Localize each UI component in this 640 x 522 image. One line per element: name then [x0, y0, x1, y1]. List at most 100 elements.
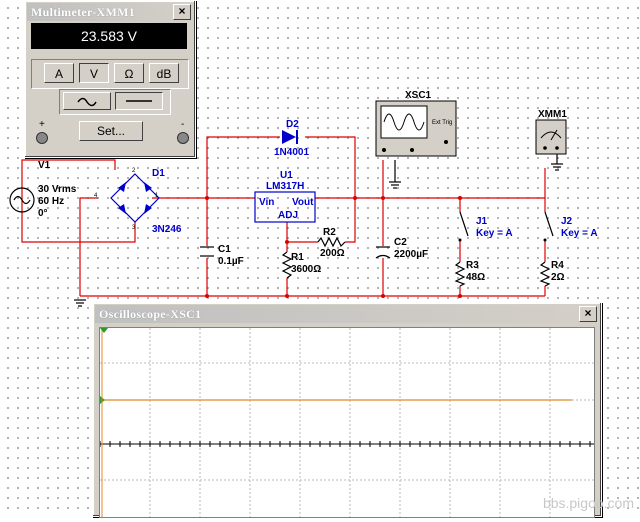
ext-trig-label: Ext Trig — [432, 120, 452, 126]
junction — [381, 294, 385, 298]
u1-vout: Vout — [292, 197, 314, 208]
mode-a-button[interactable]: A — [44, 63, 74, 83]
pin-label: 2 — [132, 168, 136, 174]
diode-icon — [282, 130, 296, 144]
ac-mode-button[interactable] — [63, 92, 111, 110]
junction — [353, 196, 357, 200]
v1-frequency: 60 Hz — [38, 196, 64, 207]
bridge-outline — [110, 173, 160, 223]
set-button[interactable]: Set... — [79, 121, 143, 141]
r3-resistor[interactable]: R3 48Ω — [454, 260, 485, 287]
c1-value: 0.1µF — [218, 256, 244, 267]
mode-db-button[interactable]: dB — [149, 63, 179, 83]
close-button[interactable]: × — [173, 4, 191, 20]
u1-adj: ADJ — [278, 210, 298, 221]
r1-resistor[interactable]: R1 3600Ω — [281, 251, 321, 279]
switch-contact — [458, 238, 462, 242]
u1-regulator[interactable]: U1 LM317H Vin Vout ADJ — [254, 170, 316, 223]
minus-terminal[interactable] — [177, 132, 189, 144]
j1-name: J1 — [476, 216, 488, 227]
wire-bridge-neg[interactable] — [79, 197, 98, 296]
multimeter-titlebar[interactable]: Multimeter-XMM1 × — [27, 3, 193, 21]
junction — [381, 196, 385, 200]
r1-value: 3600Ω — [291, 264, 321, 275]
multimeter-window[interactable]: Multimeter-XMM1 × 23.583 V A V Ω dB + - … — [24, 0, 196, 158]
mode-button-group: A V Ω dB — [31, 59, 189, 89]
junction — [205, 294, 209, 298]
u1-model: LM317H — [266, 181, 304, 192]
r4-resistor[interactable]: R4 2Ω — [539, 260, 565, 287]
junctions — [205, 196, 462, 298]
oscilloscope-titlebar[interactable]: Oscilloscope-XSC1 × — [95, 305, 599, 323]
v1-phase: 0° — [38, 208, 48, 219]
junction — [285, 294, 289, 298]
junction — [285, 240, 289, 244]
d2-diode[interactable]: D2 1N4001 — [274, 119, 309, 158]
wire-r2-right[interactable] — [345, 198, 356, 243]
r4-name: R4 — [551, 260, 564, 271]
d1-model: 3N246 — [152, 224, 182, 235]
resistor-zigzag — [539, 261, 551, 287]
r3-name: R3 — [466, 260, 479, 271]
close-button[interactable]: × — [579, 306, 597, 322]
terminal-icon — [410, 148, 414, 152]
dc-mode-button[interactable] — [115, 92, 163, 110]
terminal-icon — [555, 146, 559, 150]
cap-plate-curved — [375, 254, 391, 259]
switch-blade — [459, 211, 469, 237]
c1-name: C1 — [218, 244, 231, 255]
j1-switch[interactable]: J1 Key = A — [458, 211, 513, 242]
oscilloscope-title: Oscilloscope-XSC1 — [99, 307, 202, 321]
j2-switch[interactable]: J2 Key = A — [543, 211, 598, 242]
junction — [458, 196, 462, 200]
mode-ohm-button[interactable]: Ω — [114, 63, 144, 83]
minus-terminal-label: - — [181, 119, 185, 130]
multimeter-title: Multimeter-XMM1 — [31, 5, 136, 19]
d2-model: 1N4001 — [274, 147, 309, 158]
cursor-handle-icon[interactable] — [100, 328, 108, 333]
c2-value: 2200µF — [394, 249, 428, 260]
junction — [205, 196, 209, 200]
r2-name: R2 — [323, 227, 336, 238]
mode-v-button[interactable]: V — [79, 63, 109, 83]
resistor-zigzag — [281, 251, 293, 279]
resistor-zigzag — [454, 261, 466, 287]
watermark-text: bbs.pigoo.com — [542, 495, 634, 511]
v1-name: V1 — [38, 160, 51, 171]
switch-blade — [544, 211, 554, 237]
xmm1-name: XMM1 — [538, 109, 567, 120]
terminal-icon — [444, 140, 448, 144]
j2-key: Key = A — [561, 228, 598, 239]
r2-value: 200Ω — [320, 248, 345, 259]
waveform-button-group — [59, 89, 171, 115]
xmm1-instrument[interactable]: XMM1 — [535, 109, 567, 171]
plus-terminal[interactable] — [36, 132, 48, 144]
terminal-icon — [382, 148, 386, 152]
resistor-zigzag — [317, 236, 346, 248]
wire-d2-right[interactable] — [305, 136, 356, 198]
oscilloscope-screen[interactable] — [99, 327, 595, 518]
v1-source[interactable]: V1 30 Vrms 60 Hz 0° — [9, 160, 77, 219]
r3-value: 48Ω — [466, 272, 485, 283]
oscilloscope-window[interactable]: Oscilloscope-XSC1 × — [92, 302, 602, 518]
terminal-icon — [543, 146, 547, 150]
xsc1-instrument[interactable]: XSC1 Ext Trig — [375, 90, 457, 189]
dc-line-icon — [126, 100, 152, 102]
d1-bridge[interactable]: 2 4 1 3 D1 3N246 — [94, 168, 182, 235]
wire-adj[interactable] — [286, 222, 318, 243]
xmm1-body — [535, 119, 567, 155]
r1-name: R1 — [291, 252, 304, 263]
scope-grid — [100, 328, 594, 517]
plus-terminal-label: + — [39, 119, 45, 130]
r4-value: 2Ω — [551, 272, 565, 283]
c2-capacitor[interactable]: C2 2200µF — [375, 237, 428, 260]
scope-graph — [99, 328, 594, 517]
ground-symbol — [74, 299, 86, 307]
r2-resistor[interactable]: R2 200Ω — [317, 227, 346, 259]
j2-name: J2 — [561, 216, 573, 227]
c2-name: C2 — [394, 237, 407, 248]
switch-contact — [543, 238, 547, 242]
u1-vin: Vin — [259, 197, 274, 208]
u1-name: U1 — [280, 170, 293, 181]
multimeter-reading: 23.583 V — [31, 23, 187, 49]
